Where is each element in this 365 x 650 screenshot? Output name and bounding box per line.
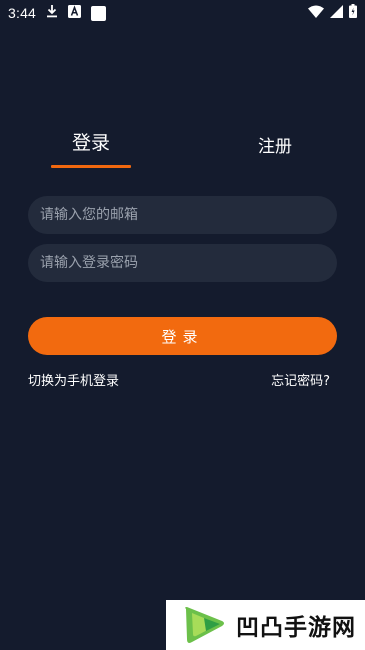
status-left: 3:44 (8, 4, 107, 22)
battery-icon (349, 4, 357, 22)
signal-icon (330, 4, 343, 22)
watermark: 凹凸手游网 (166, 600, 365, 650)
font-a-icon (68, 4, 82, 22)
phone-login-link[interactable]: 切换为手机登录 (28, 370, 119, 389)
wifi-icon (308, 5, 324, 22)
status-right (308, 4, 357, 22)
white-square-icon (91, 5, 107, 21)
download-icon (46, 4, 58, 22)
login-button[interactable]: 登录 (28, 317, 337, 355)
tab-active-indicator (51, 165, 131, 168)
password-field[interactable] (28, 244, 337, 282)
status-time: 3:44 (8, 5, 37, 21)
tab-register[interactable]: 注册 (235, 132, 315, 157)
forgot-password-link[interactable]: 忘记密码? (271, 370, 330, 389)
notification-icons (46, 4, 107, 22)
email-field[interactable] (28, 196, 337, 234)
watermark-logo-icon (182, 605, 228, 645)
status-bar: 3:44 (0, 0, 365, 26)
tab-register-label: 注册 (258, 137, 292, 157)
email-field-container (28, 196, 337, 234)
auth-tabs: 登录 注册 (0, 128, 365, 173)
watermark-text: 凹凸手游网 (236, 615, 356, 641)
tab-login-label: 登录 (71, 132, 110, 154)
tab-login[interactable]: 登录 (51, 128, 131, 168)
password-field-container (28, 244, 337, 282)
